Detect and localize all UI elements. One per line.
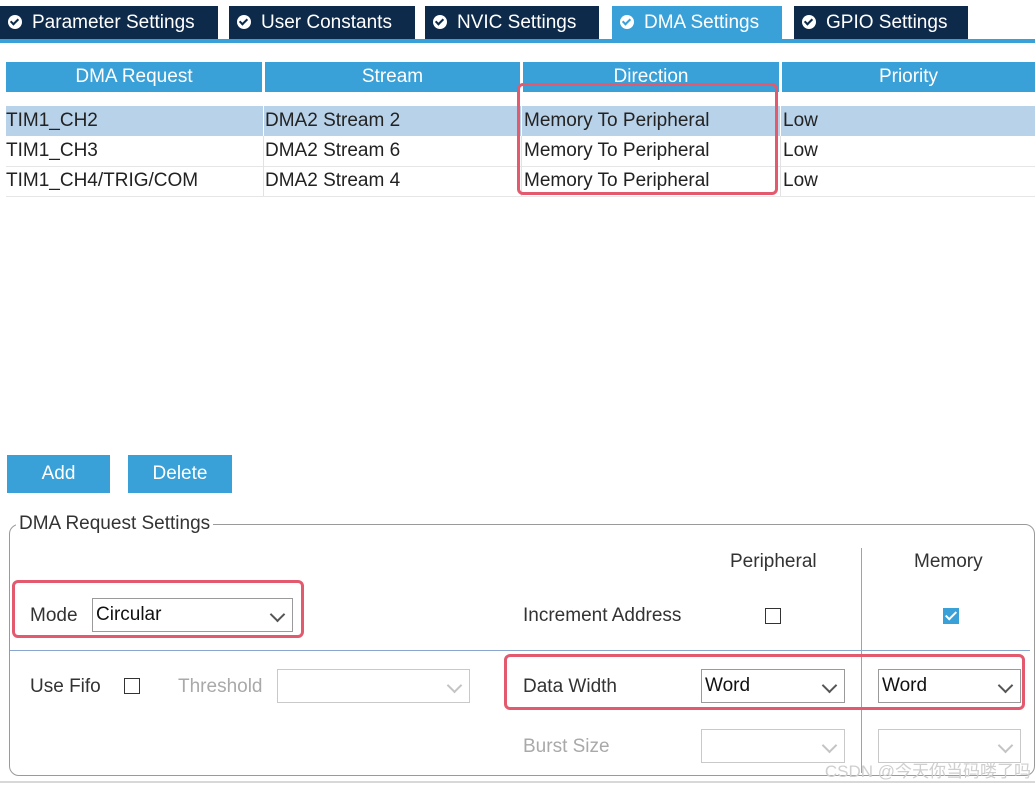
cell-stream: DMA2 Stream 2 [265,110,401,131]
cell-stream: DMA2 Stream 4 [265,170,401,191]
data-width-memory-value: Word [882,675,928,696]
mode-label: Mode [30,605,78,626]
cell-dma-request: TIM1_CH4/TRIG/COM [6,170,199,191]
tab-bar: Parameter Settings User Constants NVIC S… [0,0,1035,43]
group-title: DMA Request Settings [16,513,214,535]
tab-dma-settings[interactable]: DMA Settings [612,6,784,40]
tab-underline [0,39,1035,43]
cell-priority: Low [783,140,818,161]
dma-table-header: DMA Request Stream Direction Priority [6,62,1035,92]
mode-value: Circular [96,604,162,625]
tab-label: User Constants [261,12,392,33]
cell-dma-request: TIM1_CH2 [6,110,98,131]
cell-direction: Memory To Peripheral [524,110,710,131]
column-divider [780,166,781,196]
increment-address-label: Increment Address [523,605,682,626]
tab-label: Parameter Settings [32,12,195,33]
column-divider [263,136,264,166]
chevron-down-icon [446,677,463,694]
cell-dma-request: TIM1_CH3 [6,140,98,161]
tab-gpio-settings[interactable]: GPIO Settings [794,6,970,40]
column-divider [521,106,522,136]
data-width-peripheral-value: Word [705,675,751,696]
delete-button[interactable]: Delete [128,455,232,493]
section-divider [10,650,1030,651]
column-header-stream[interactable]: Stream [265,62,520,92]
data-width-memory-select[interactable]: Word [878,669,1021,703]
column-divider [263,166,264,196]
column-divider [521,166,522,196]
check-circle-icon [8,15,22,29]
column-header-direction[interactable]: Direction [523,62,779,92]
column-divider [780,106,781,136]
chevron-down-icon [821,737,838,754]
data-width-label: Data Width [523,676,617,697]
burst-size-peripheral-select[interactable] [701,729,845,763]
mode-select[interactable]: Circular [92,598,293,632]
column-header-priority[interactable]: Priority [782,62,1035,92]
threshold-select[interactable] [277,669,470,703]
column-divider [780,136,781,166]
cell-direction: Memory To Peripheral [524,140,710,161]
tab-label: NVIC Settings [457,12,577,33]
watermark: CSDN @今天你当码喽了吗 [824,762,1031,781]
check-circle-icon [433,15,447,29]
memory-column-label: Memory [914,551,983,572]
chevron-down-icon [821,677,838,694]
tab-parameter-settings[interactable]: Parameter Settings [0,6,220,40]
row-divider [6,196,1035,197]
column-header-dma-request[interactable]: DMA Request [6,62,262,92]
add-button[interactable]: Add [7,455,110,493]
column-divider [521,136,522,166]
chevron-down-icon [269,606,286,623]
cell-direction: Memory To Peripheral [524,170,710,191]
table-row[interactable]: TIM1_CH2 DMA2 Stream 2 Memory To Periphe… [6,106,1035,136]
table-row[interactable]: TIM1_CH3 DMA2 Stream 6 Memory To Periphe… [6,136,1035,166]
cell-priority: Low [783,110,818,131]
burst-size-label: Burst Size [523,736,610,757]
check-circle-icon [237,15,251,29]
bottom-border [0,781,1035,783]
cell-priority: Low [783,170,818,191]
table-row[interactable]: TIM1_CH4/TRIG/COM DMA2 Stream 4 Memory T… [6,166,1035,196]
peripheral-column-label: Peripheral [730,551,817,572]
tab-user-constants[interactable]: User Constants [229,6,417,40]
chevron-down-icon [997,737,1014,754]
use-fifo-checkbox[interactable] [124,678,140,694]
check-circle-icon [620,15,634,29]
chevron-down-icon [997,677,1014,694]
cell-stream: DMA2 Stream 6 [265,140,401,161]
tab-label: GPIO Settings [826,12,948,33]
tab-nvic-settings[interactable]: NVIC Settings [425,6,601,40]
increment-peripheral-checkbox[interactable] [765,608,781,624]
use-fifo-label: Use Fifo [30,676,101,697]
column-divider-vertical [861,548,862,773]
column-divider [263,106,264,136]
increment-memory-checkbox[interactable] [943,608,959,624]
data-width-peripheral-select[interactable]: Word [701,669,845,703]
check-circle-icon [802,15,816,29]
tab-label: DMA Settings [644,12,760,33]
threshold-label: Threshold [178,676,263,697]
